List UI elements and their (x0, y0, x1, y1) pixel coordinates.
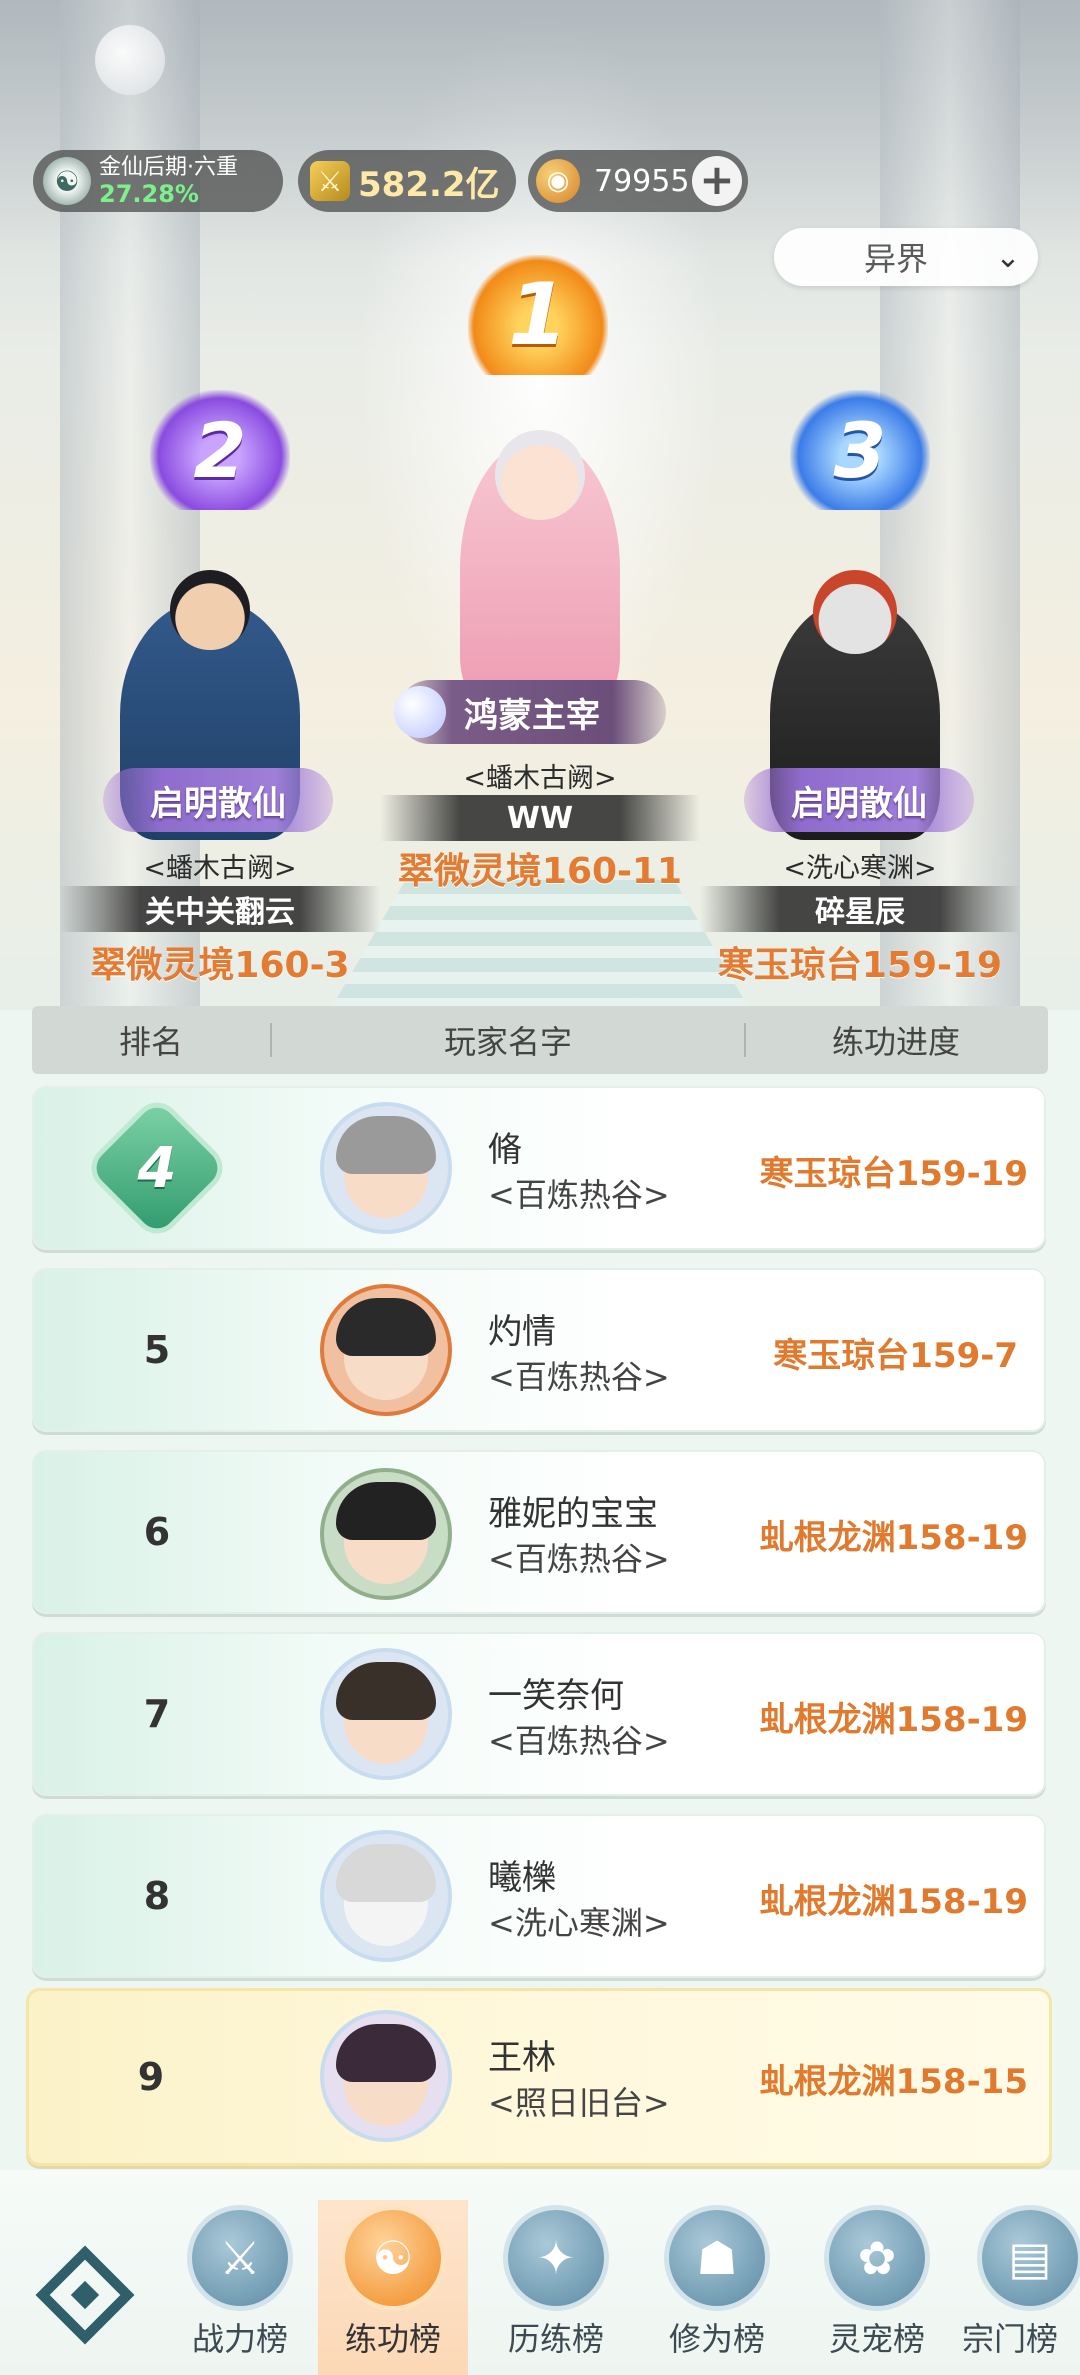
rank-1-title: 鸿蒙主宰 (464, 695, 600, 736)
rank-1-guild: <蟠木古阙> (463, 763, 617, 794)
realm-percent: 27.28% (99, 180, 199, 208)
header-progress: 练功进度 (831, 1023, 960, 1061)
player-guild: <百炼热谷> (488, 1358, 670, 1396)
table-row[interactable]: 7 一笑奈何 <百炼热谷> 虬根龙渊158-19 (32, 1632, 1046, 1796)
rank-3-name: 碎星辰 (700, 886, 1020, 932)
rank-4-badge: 4 (89, 1100, 225, 1236)
yin-yang-icon: ☯ (345, 2210, 441, 2306)
rank-1-character[interactable] (460, 430, 620, 710)
moon-icon (95, 25, 165, 95)
rank-3-title-plate: 启明散仙 (744, 768, 974, 832)
rank-cell: 7 (143, 1692, 171, 1736)
table-header: 排名 玩家名字 练功进度 (32, 1006, 1048, 1074)
rank-3-title: 启明散仙 (791, 783, 927, 824)
rank-2-name: 关中关翻云 (60, 886, 380, 932)
player-name: 王林 (488, 2038, 556, 2078)
avatar[interactable] (324, 1106, 448, 1230)
nav-tab-label: 灵宠榜 (828, 2320, 925, 2358)
power-icon: ⚔ (310, 161, 350, 201)
rank-cell: 5 (143, 1328, 171, 1372)
nav-tab-label: 宗门榜 (962, 2320, 1059, 2358)
power-display[interactable]: ⚔ 582.2亿 (298, 150, 516, 212)
rank-1-name: WW (380, 795, 700, 841)
player-guild: <照日旧台> (488, 2084, 670, 2122)
player-name: 雅妮的宝宝 (488, 1494, 658, 1534)
player-progress: 虬根龙渊158-15 (759, 2062, 1028, 2102)
nav-tab-label: 修为榜 (668, 2320, 765, 2358)
rank-3-guild: <洗心寒渊> (783, 853, 937, 884)
rank-1-badge: 1 (468, 255, 608, 375)
player-name: 脩 (488, 1130, 522, 1170)
podium-stage: ☯ 金仙后期·六重 27.28% ⚔ 582.2亿 ◉ 79955 + 异界 ⌄… (0, 0, 1080, 1010)
nav-tab-experience[interactable]: ✦ 历练榜 (481, 2200, 631, 2375)
add-currency-button[interactable]: + (692, 156, 742, 206)
orb-icon (394, 686, 446, 738)
sect-icon: ▤ (982, 2210, 1078, 2306)
realm-dropdown-label: 异界 (863, 240, 928, 278)
rank-cell: 9 (137, 2055, 165, 2099)
menu-icon[interactable] (30, 2240, 140, 2350)
bottom-nav: ⚔ 战力榜 ☯ 练功榜 ✦ 历练榜 ☗ 修为榜 ✿ 灵宠榜 ▤ 宗门榜 (0, 2170, 1080, 2375)
table-row[interactable]: 8 曦櫟 <洗心寒渊> 虬根龙渊158-19 (32, 1814, 1046, 1978)
power-value: 582.2亿 (358, 164, 500, 205)
player-guild: <百炼热谷> (488, 1176, 670, 1214)
nav-tab-label: 战力榜 (191, 2320, 288, 2358)
realm-title: 金仙后期·六重 (99, 155, 238, 180)
rank-2-guild: <蟠木古阙> (143, 853, 297, 884)
player-progress: 虬根龙渊158-19 (759, 1518, 1028, 1558)
avatar[interactable] (324, 1652, 448, 1776)
player-guild: <百炼热谷> (488, 1540, 670, 1578)
nav-tab-cultivation[interactable]: ☗ 修为榜 (642, 2200, 792, 2375)
nav-tab-label: 练功榜 (344, 2320, 441, 2358)
rank-1-title-plate: 鸿蒙主宰 (394, 680, 666, 744)
header-rank: 排名 (118, 1023, 183, 1061)
self-row[interactable]: 9 王林 <照日旧台> 虬根龙渊158-15 (26, 1988, 1052, 2166)
rank-cell: 8 (143, 1874, 171, 1918)
rank-3-progress: 寒玉琼台159-19 (717, 945, 1003, 986)
nav-tab-label: 历练榜 (507, 2320, 604, 2358)
player-name: 一笑奈何 (488, 1676, 624, 1716)
avatar[interactable] (324, 1834, 448, 1958)
hat-icon: ☗ (669, 2210, 765, 2306)
rank-3-badge: 3 (790, 390, 930, 510)
player-name: 灼情 (488, 1312, 556, 1352)
rank-2-badge: 2 (150, 390, 290, 510)
rank-1-progress: 翠微灵境160-11 (397, 851, 683, 892)
player-name: 曦櫟 (488, 1858, 556, 1898)
sword-icon: ⚔ (192, 2210, 288, 2306)
header-player-name: 玩家名字 (443, 1023, 572, 1061)
player-guild: <洗心寒渊> (488, 1904, 670, 1942)
nav-tab-practice[interactable]: ☯ 练功榜 (318, 2200, 468, 2375)
player-progress: 寒玉琼台159-7 (773, 1336, 1018, 1376)
coin-icon: ◉ (536, 159, 580, 203)
avatar[interactable] (324, 1288, 448, 1412)
realm-status[interactable]: ☯ 金仙后期·六重 27.28% (33, 150, 283, 212)
coin-value: 79955 (594, 163, 690, 199)
table-row[interactable]: 4 脩 <百炼热谷> 寒玉琼台159-19 (32, 1086, 1046, 1250)
player-progress: 寒玉琼台159-19 (759, 1154, 1028, 1194)
player-guild: <百炼热谷> (488, 1722, 670, 1760)
rank-2-title-plate: 启明散仙 (103, 768, 333, 832)
star-icon: ✦ (508, 2210, 604, 2306)
player-progress: 虬根龙渊158-19 (759, 1700, 1028, 1740)
nav-tab-power[interactable]: ⚔ 战力榜 (165, 2200, 315, 2375)
rank-2-progress: 翠微灵境160-3 (90, 945, 350, 986)
realm-dropdown[interactable]: 异界 ⌄ (774, 228, 1038, 286)
nav-tab-sect[interactable]: ▤ 宗门榜 (960, 2200, 1080, 2375)
currency-display[interactable]: ◉ 79955 + (528, 150, 748, 212)
avatar[interactable] (324, 2014, 448, 2138)
rank-cell: 4 (32, 1086, 282, 1250)
table-row[interactable]: 6 雅妮的宝宝 <百炼热谷> 虬根龙渊158-19 (32, 1450, 1046, 1614)
chevron-down-icon: ⌄ (995, 239, 1021, 275)
pet-icon: ✿ (829, 2210, 925, 2306)
player-progress: 虬根龙渊158-19 (759, 1882, 1028, 1922)
nav-tab-pet[interactable]: ✿ 灵宠榜 (802, 2200, 952, 2375)
table-row[interactable]: 5 灼情 <百炼热谷> 寒玉琼台159-7 (32, 1268, 1046, 1432)
rank-2-title: 启明散仙 (150, 783, 286, 824)
cultivator-icon: ☯ (43, 157, 91, 205)
rank-cell: 6 (143, 1510, 171, 1554)
avatar[interactable] (324, 1472, 448, 1596)
